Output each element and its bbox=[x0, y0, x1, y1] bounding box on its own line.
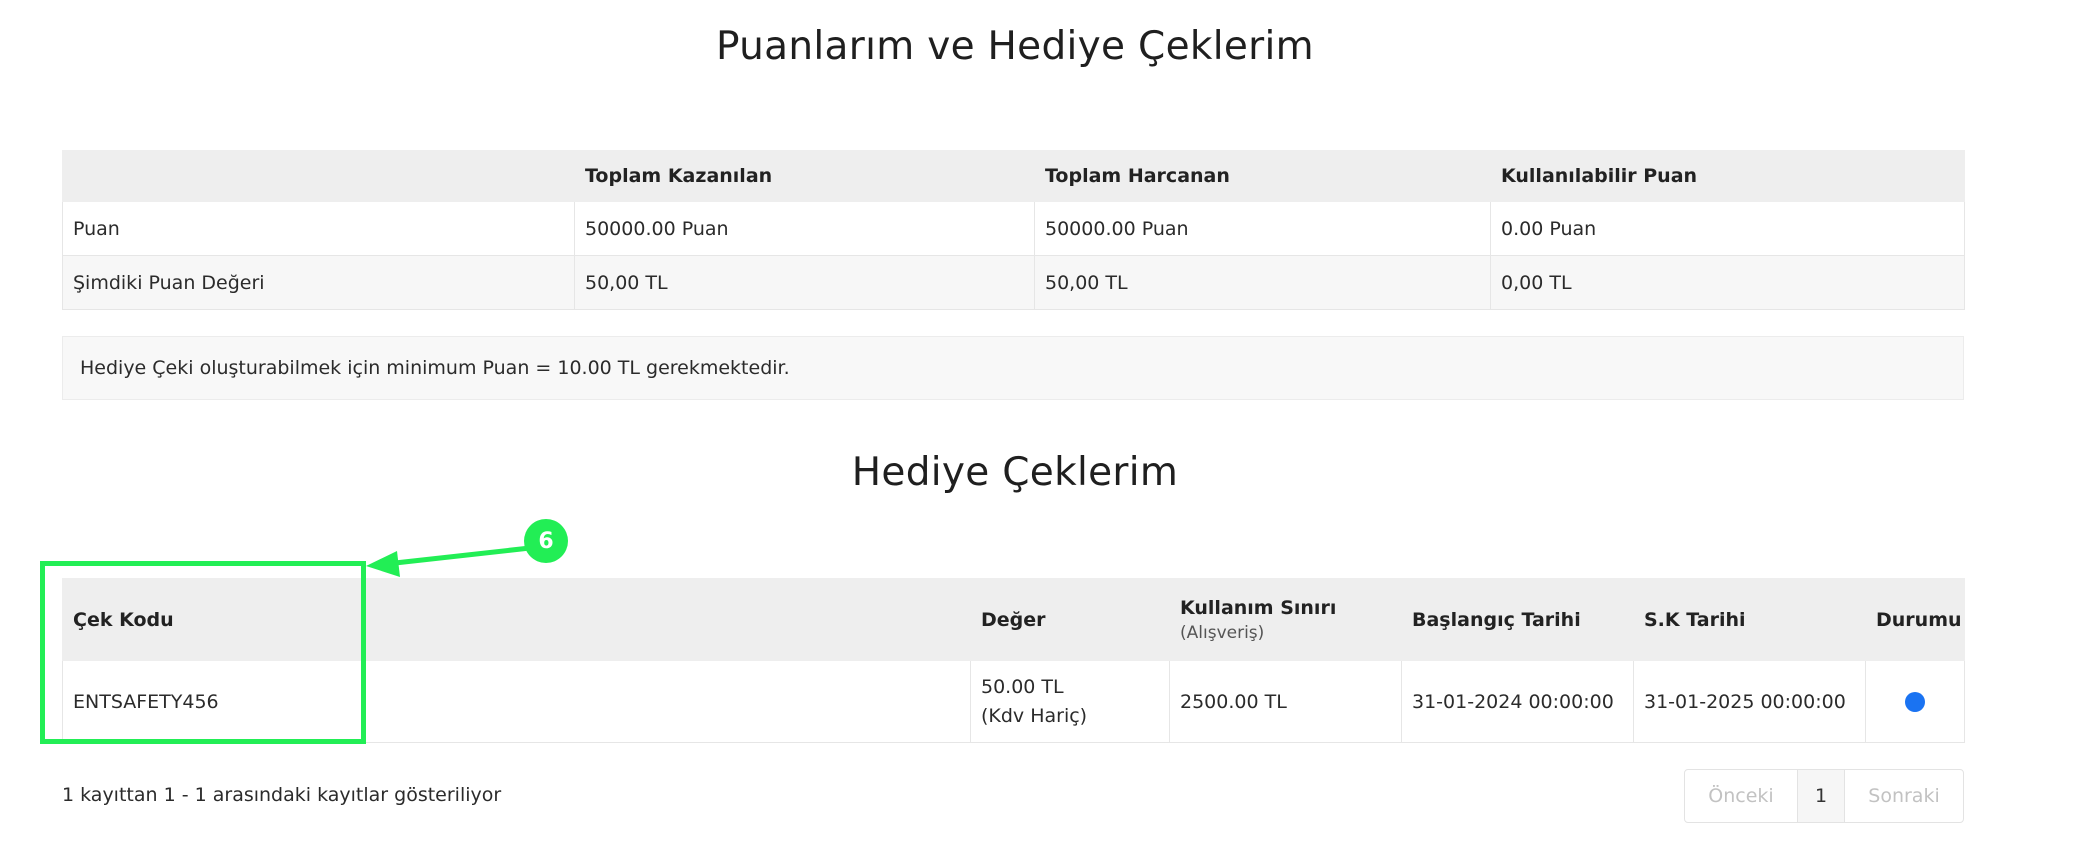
min-points-info-message: Hediye Çeki oluşturabilmek için minimum … bbox=[62, 336, 1964, 400]
annotation-step-badge: 6 bbox=[524, 519, 568, 563]
pagination-previous-button[interactable]: Önceki bbox=[1685, 770, 1797, 822]
points-header-label bbox=[62, 150, 575, 202]
points-total-earned: 50000.00 Puan bbox=[574, 201, 1035, 256]
annotation-highlight-box bbox=[40, 561, 366, 744]
points-header-total-earned: Toplam Kazanılan bbox=[574, 150, 1035, 202]
annotation-arrow-head bbox=[366, 551, 400, 577]
value-total-earned: 50,00 TL bbox=[574, 255, 1035, 310]
pagination-next-button[interactable]: Sonraki bbox=[1845, 770, 1963, 822]
points-summary-table: Toplam Kazanılan Toplam Harcanan Kullanı… bbox=[62, 150, 1965, 310]
value-total-spent: 50,00 TL bbox=[1034, 255, 1491, 310]
pagination-page-1[interactable]: 1 bbox=[1797, 770, 1845, 822]
voucher-status bbox=[1865, 660, 1965, 743]
table-row: Puan 50000.00 Puan 50000.00 Puan 0.00 Pu… bbox=[62, 201, 1965, 256]
points-table-header-row: Toplam Kazanılan Toplam Harcanan Kullanı… bbox=[62, 150, 1965, 202]
pagination: Önceki 1 Sonraki bbox=[1684, 769, 1964, 823]
points-header-available: Kullanılabilir Puan bbox=[1490, 150, 1965, 202]
voucher-value: 50.00 TL (Kdv Hariç) bbox=[970, 660, 1170, 743]
header-start-date[interactable]: Başlangıç Tarihi bbox=[1401, 578, 1634, 661]
points-row-label: Puan bbox=[62, 201, 575, 256]
voucher-expiry-date: 31-01-2025 00:00:00 bbox=[1633, 660, 1866, 743]
annotation-arrow-line bbox=[394, 545, 531, 566]
points-total-spent: 50000.00 Puan bbox=[1034, 201, 1491, 256]
header-usage-limit-sub: (Alışveriş) bbox=[1180, 622, 1265, 643]
header-value[interactable]: Değer bbox=[970, 578, 1170, 661]
records-info: 1 kayıttan 1 - 1 arasındaki kayıtlar gös… bbox=[62, 784, 502, 806]
header-expiry-date[interactable]: S.K Tarihi bbox=[1633, 578, 1866, 661]
table-row: Şimdiki Puan Değeri 50,00 TL 50,00 TL 0,… bbox=[62, 255, 1965, 310]
header-usage-limit-label: Kullanım Sınırı bbox=[1180, 596, 1337, 619]
header-usage-limit[interactable]: Kullanım Sınırı (Alışveriş) bbox=[1169, 578, 1402, 661]
points-header-total-spent: Toplam Harcanan bbox=[1034, 150, 1491, 202]
voucher-start-date: 31-01-2024 00:00:00 bbox=[1401, 660, 1634, 743]
value-available: 0,00 TL bbox=[1490, 255, 1965, 310]
voucher-value-note: (Kdv Hariç) bbox=[981, 704, 1088, 727]
points-available: 0.00 Puan bbox=[1490, 201, 1965, 256]
header-status[interactable]: Durumu bbox=[1865, 578, 1965, 661]
voucher-usage-limit: 2500.00 TL bbox=[1169, 660, 1402, 743]
page-title: Puanlarım ve Hediye Çeklerim bbox=[716, 24, 1314, 69]
status-dot-icon bbox=[1905, 691, 1925, 712]
value-row-label: Şimdiki Puan Değeri bbox=[62, 255, 575, 310]
vouchers-section-title: Hediye Çeklerim bbox=[851, 450, 1179, 495]
voucher-value-amount: 50.00 TL bbox=[981, 675, 1064, 698]
